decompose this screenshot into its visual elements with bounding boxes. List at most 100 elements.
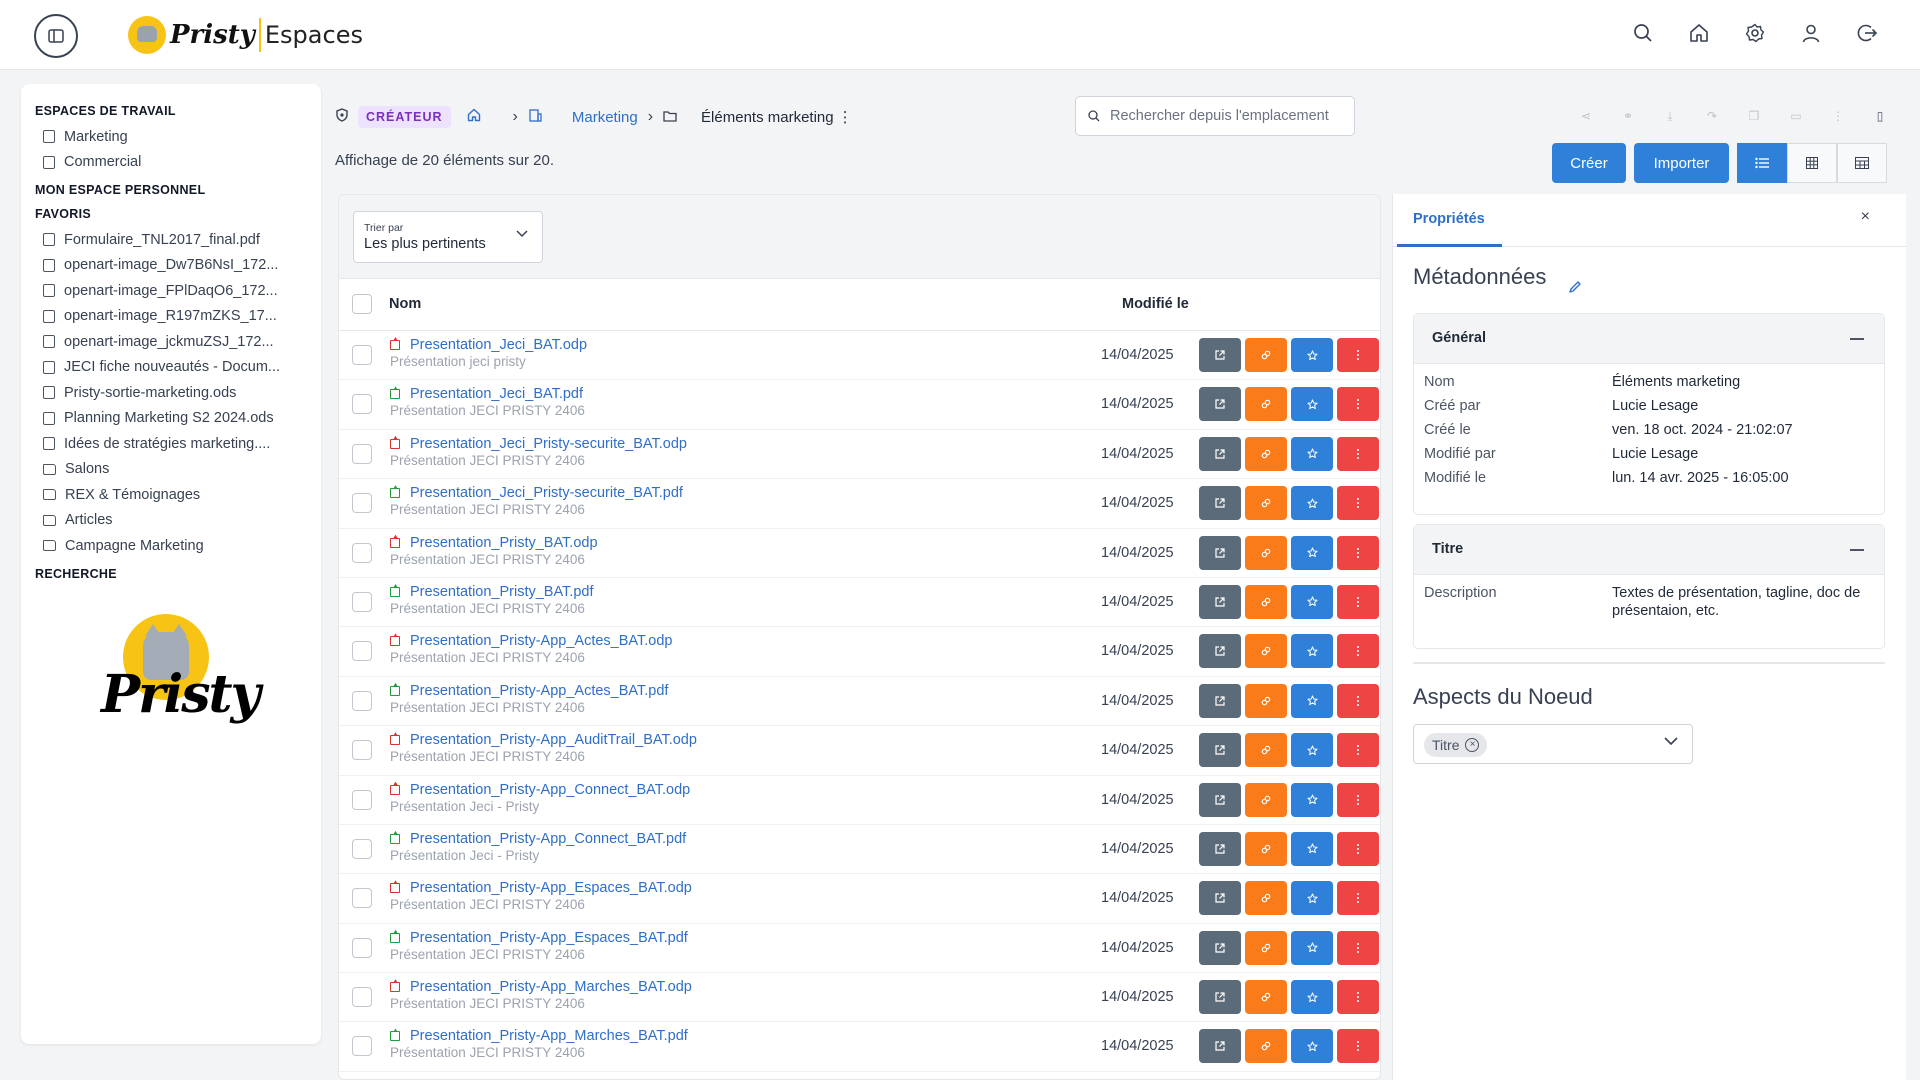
column-header-name[interactable]: Nom bbox=[389, 296, 421, 312]
more-actions-button[interactable] bbox=[1337, 535, 1379, 570]
table-row[interactable]: Presentation_Pristy-App_AuditTrail_BAT.o… bbox=[339, 726, 1380, 776]
remove-chip-icon[interactable]: × bbox=[1465, 738, 1480, 752]
more-vertical-icon[interactable]: ⋮ bbox=[1828, 106, 1848, 126]
copy-link-button[interactable] bbox=[1245, 930, 1287, 965]
file-name-link[interactable]: Presentation_Pristy-App_AuditTrail_BAT.o… bbox=[410, 732, 697, 748]
app-logo[interactable]: Pristy Espaces bbox=[128, 12, 363, 58]
file-name-link[interactable]: Presentation_Pristy-App_Espaces_BAT.odp bbox=[410, 880, 692, 896]
table-row[interactable]: Presentation_Jeci_BAT.odp Présentation je… bbox=[339, 331, 1380, 381]
file-name-link[interactable]: Presentation_Pristy-App_Espaces_BAT.pdf bbox=[410, 930, 688, 946]
workspace-item[interactable]: Marketing bbox=[35, 124, 307, 150]
more-actions-button[interactable] bbox=[1337, 436, 1379, 471]
copy-icon[interactable]: ❐ bbox=[1744, 106, 1764, 126]
copy-link-button[interactable] bbox=[1245, 535, 1287, 570]
row-checkbox[interactable] bbox=[352, 838, 372, 859]
link-icon[interactable]: ⚭ bbox=[1618, 106, 1638, 126]
row-checkbox[interactable] bbox=[352, 443, 372, 464]
copy-link-button[interactable] bbox=[1245, 634, 1287, 669]
table-row[interactable]: Presentation_Pristy-App_Espaces_BAT.pdf P… bbox=[339, 924, 1380, 974]
open-external-button[interactable] bbox=[1199, 584, 1241, 619]
open-external-button[interactable] bbox=[1199, 930, 1241, 965]
more-actions-button[interactable] bbox=[1337, 683, 1379, 718]
breadcrumb-workspace[interactable]: Marketing bbox=[572, 109, 638, 126]
favorite-button[interactable] bbox=[1291, 535, 1333, 570]
copy-link-button[interactable] bbox=[1245, 1029, 1287, 1064]
favorite-item[interactable]: JECI fiche nouveautés - Docum... bbox=[35, 355, 307, 381]
table-row[interactable]: Presentation_Pristy-App_Connect_BAT.odp P… bbox=[339, 776, 1380, 825]
favorite-button[interactable] bbox=[1291, 831, 1333, 866]
more-actions-button[interactable] bbox=[1337, 584, 1379, 619]
file-name-link[interactable]: Presentation_Pristy_BAT.odp bbox=[410, 535, 598, 551]
favorite-button[interactable] bbox=[1291, 387, 1333, 422]
row-checkbox[interactable] bbox=[352, 345, 372, 365]
trash-icon[interactable]: ▭ bbox=[1786, 106, 1806, 126]
copy-link-button[interactable] bbox=[1245, 486, 1287, 521]
favorite-item[interactable]: Articles bbox=[35, 508, 307, 534]
favorite-item[interactable]: Campagne Marketing bbox=[35, 533, 307, 559]
more-actions-button[interactable] bbox=[1337, 1029, 1379, 1064]
favorite-button[interactable] bbox=[1291, 584, 1333, 619]
copy-link-button[interactable] bbox=[1245, 782, 1287, 817]
open-external-button[interactable] bbox=[1199, 634, 1241, 669]
open-external-button[interactable] bbox=[1199, 436, 1241, 471]
table-row[interactable]: Presentation_Jeci_Pristy-securite_BAT.pd… bbox=[339, 479, 1380, 529]
more-actions-button[interactable] bbox=[1337, 338, 1379, 372]
sidebar-section-personal[interactable]: MON ESPACE PERSONNEL bbox=[35, 183, 307, 197]
favorite-button[interactable] bbox=[1291, 733, 1333, 768]
copy-link-button[interactable] bbox=[1245, 733, 1287, 768]
logout-icon[interactable] bbox=[1854, 20, 1880, 46]
more-actions-button[interactable] bbox=[1337, 782, 1379, 817]
favorite-item[interactable]: openart-image_Dw7B6NsI_172... bbox=[35, 253, 307, 279]
row-checkbox[interactable] bbox=[352, 1036, 372, 1057]
sidebar-section-search[interactable]: RECHERCHE bbox=[35, 567, 307, 581]
create-button[interactable]: Créer bbox=[1552, 143, 1626, 183]
file-name-link[interactable]: Presentation_Jeci_BAT.pdf bbox=[410, 386, 583, 402]
favorite-item[interactable]: Planning Marketing S2 2024.ods bbox=[35, 406, 307, 432]
open-external-button[interactable] bbox=[1199, 1029, 1241, 1064]
open-external-button[interactable] bbox=[1199, 486, 1241, 521]
file-name-link[interactable]: Presentation_Pristy-App_Marches_BAT.pdf bbox=[410, 1028, 688, 1044]
open-external-button[interactable] bbox=[1199, 535, 1241, 570]
import-button[interactable]: Importer bbox=[1634, 143, 1729, 183]
document-icon[interactable]: ▯ bbox=[1870, 106, 1890, 126]
breadcrumb-home-icon[interactable] bbox=[467, 108, 481, 126]
table-row[interactable]: Presentation_Pristy-App_Actes_BAT.pdf Pré… bbox=[339, 677, 1380, 727]
favorite-button[interactable] bbox=[1291, 980, 1333, 1015]
row-checkbox[interactable] bbox=[352, 888, 372, 909]
open-external-button[interactable] bbox=[1199, 387, 1241, 422]
favorite-item[interactable]: REX & Témoignages bbox=[35, 482, 307, 508]
table-row[interactable]: Presentation_Pristy-App_Actes_BAT.odp Pré… bbox=[339, 627, 1380, 677]
row-checkbox[interactable] bbox=[352, 591, 372, 612]
table-row[interactable]: Presentation_Pristy_BAT.odp Présentation … bbox=[339, 529, 1380, 578]
file-name-link[interactable]: Presentation_Jeci_Pristy-securite_BAT.pd… bbox=[410, 485, 683, 501]
table-row[interactable]: Presentation_Pristy-App_Connect_BAT.pdf P… bbox=[339, 825, 1380, 875]
user-icon[interactable] bbox=[1798, 20, 1824, 46]
copy-link-button[interactable] bbox=[1245, 831, 1287, 866]
favorite-button[interactable] bbox=[1291, 782, 1333, 817]
file-name-link[interactable]: Presentation_Pristy-App_Connect_BAT.odp bbox=[410, 782, 690, 798]
download-icon[interactable]: ⤓ bbox=[1660, 106, 1680, 126]
copy-link-button[interactable] bbox=[1245, 683, 1287, 718]
favorite-button[interactable] bbox=[1291, 436, 1333, 471]
file-name-link[interactable]: Presentation_Pristy-App_Marches_BAT.odp bbox=[410, 979, 692, 995]
file-name-link[interactable]: Presentation_Pristy-App_Actes_BAT.pdf bbox=[410, 683, 668, 699]
favorite-button[interactable] bbox=[1291, 930, 1333, 965]
row-checkbox[interactable] bbox=[352, 641, 372, 662]
row-checkbox[interactable] bbox=[352, 987, 372, 1008]
row-checkbox[interactable] bbox=[352, 740, 372, 761]
copy-link-button[interactable] bbox=[1245, 436, 1287, 471]
copy-link-button[interactable] bbox=[1245, 584, 1287, 619]
row-checkbox[interactable] bbox=[352, 394, 372, 415]
row-checkbox[interactable] bbox=[352, 690, 372, 711]
copy-link-button[interactable] bbox=[1245, 338, 1287, 372]
favorite-item[interactable]: openart-image_FPlDaqO6_172... bbox=[35, 278, 307, 304]
favorite-item[interactable]: openart-image_jckmuZSJ_172... bbox=[35, 329, 307, 355]
row-checkbox[interactable] bbox=[352, 542, 372, 563]
file-name-link[interactable]: Presentation_Jeci_BAT.odp bbox=[410, 337, 587, 353]
forward-icon[interactable]: ↷ bbox=[1702, 106, 1722, 126]
table-row[interactable]: Presentation_Jeci_BAT.pdf Présentation JE… bbox=[339, 380, 1380, 430]
open-external-button[interactable] bbox=[1199, 733, 1241, 768]
location-search-input[interactable]: Rechercher depuis l'emplacement bbox=[1075, 96, 1355, 136]
copy-link-button[interactable] bbox=[1245, 881, 1287, 916]
more-actions-button[interactable] bbox=[1337, 980, 1379, 1015]
